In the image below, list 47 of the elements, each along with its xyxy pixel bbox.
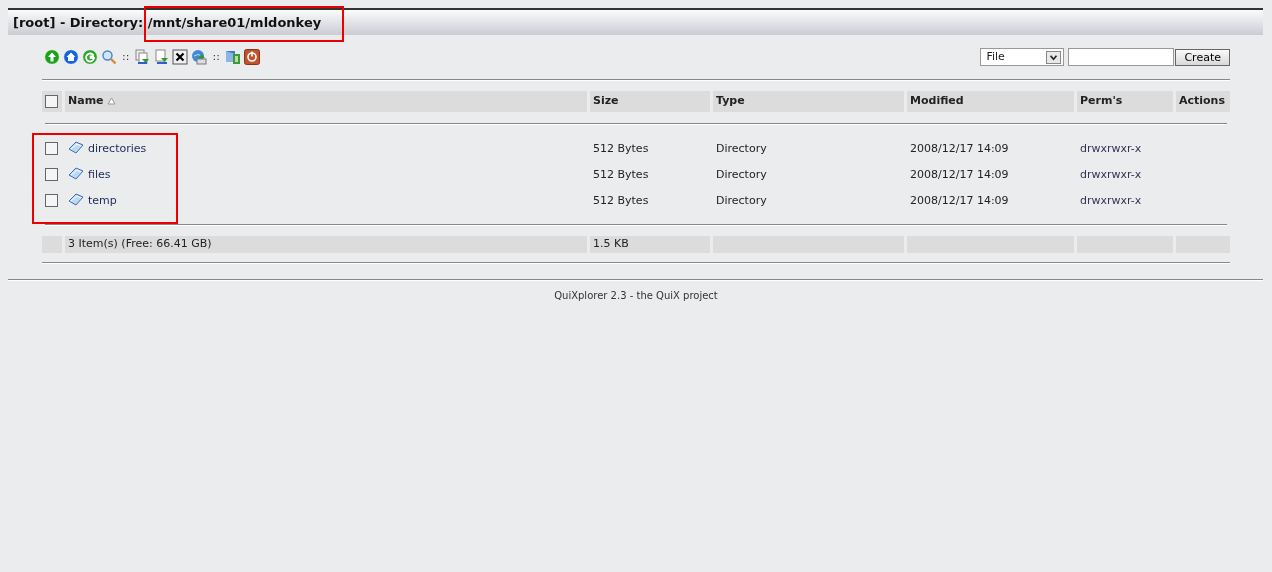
column-header[interactable]: Name bbox=[65, 91, 587, 112]
column-header[interactable]: Perm's bbox=[1077, 91, 1173, 112]
folder-icon bbox=[68, 140, 84, 155]
summary-size: 1.5 KB bbox=[590, 236, 710, 253]
search-icon[interactable] bbox=[101, 49, 117, 65]
logout-icon[interactable] bbox=[243, 49, 260, 65]
table-cell-text: drwxrwxr-x bbox=[1079, 140, 1143, 157]
table-cell-text: 512 Bytes bbox=[592, 140, 650, 157]
row-checkbox[interactable] bbox=[45, 142, 58, 156]
create-button[interactable]: Create bbox=[1175, 48, 1230, 66]
table-cell-text: 512 Bytes bbox=[592, 192, 650, 209]
admin-icon[interactable] bbox=[224, 49, 241, 65]
select-all-checkbox[interactable] bbox=[45, 94, 58, 108]
table-cell-text: Directory bbox=[715, 140, 768, 157]
move-icon[interactable] bbox=[153, 49, 170, 65]
directory-path: /mnt/share01/mldonkey bbox=[147, 13, 322, 32]
separator-text: :: bbox=[211, 48, 221, 65]
type-select[interactable]: File bbox=[980, 48, 1065, 66]
name-input[interactable] bbox=[1068, 48, 1175, 66]
file-link[interactable]: files bbox=[88, 168, 111, 182]
table-cell-text: 2008/12/17 14:09 bbox=[909, 140, 1010, 157]
footer-text: QuiXplorer 2.3 - the QuiX project bbox=[554, 289, 718, 301]
table-cell-text: 2008/12/17 14:09 bbox=[909, 192, 1010, 209]
copy-icon[interactable] bbox=[134, 49, 151, 65]
table-cell-text: Directory bbox=[715, 166, 768, 183]
column-header[interactable]: Size bbox=[590, 91, 710, 112]
column-header[interactable]: Modified bbox=[907, 91, 1074, 112]
folder-icon bbox=[68, 166, 84, 181]
reload-icon[interactable] bbox=[82, 49, 98, 65]
folder-icon bbox=[68, 192, 84, 207]
file-link[interactable]: temp bbox=[88, 194, 117, 208]
separator-text: :: bbox=[121, 48, 131, 65]
title-text: [root] - Directory: bbox=[13, 13, 145, 32]
column-header[interactable]: Actions bbox=[1176, 91, 1230, 112]
delete-icon[interactable] bbox=[172, 49, 189, 65]
table-cell-text: drwxrwxr-x bbox=[1079, 192, 1143, 209]
row-checkbox[interactable] bbox=[45, 194, 58, 208]
table-cell-text: 2008/12/17 14:09 bbox=[909, 166, 1010, 183]
table-cell-text: Directory bbox=[715, 192, 768, 209]
home-icon[interactable] bbox=[63, 49, 79, 65]
caret-icon bbox=[1046, 50, 1062, 64]
table-cell-text: drwxrwxr-x bbox=[1079, 166, 1143, 183]
file-link[interactable]: directories bbox=[88, 142, 147, 156]
summary-text: 3 Item(s) (Free: 66.41 GB) bbox=[65, 236, 587, 253]
table-cell-text: 512 Bytes bbox=[592, 166, 650, 183]
row-checkbox[interactable] bbox=[45, 168, 58, 182]
column-header[interactable]: Type bbox=[713, 91, 904, 112]
